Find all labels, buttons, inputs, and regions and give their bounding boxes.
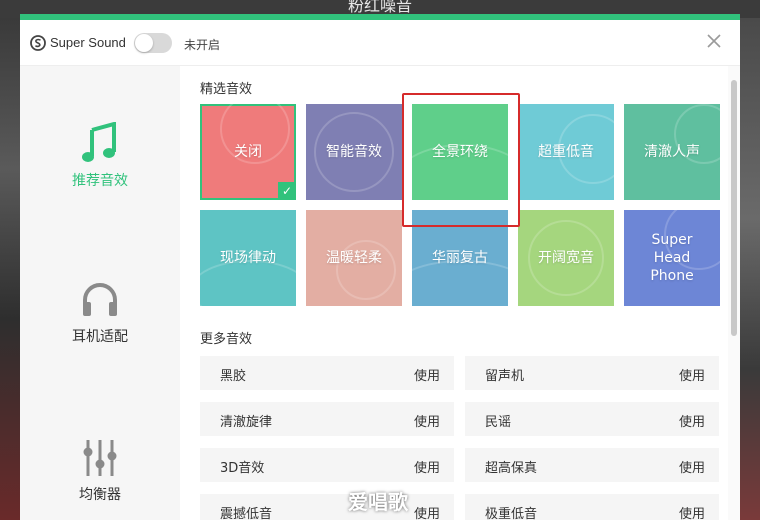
sidebar-item-label: 推荐音效: [72, 173, 128, 189]
sidebar-item-label: 均衡器: [79, 487, 121, 503]
headphones-icon: [83, 283, 117, 316]
use-button[interactable]: 使用: [414, 365, 440, 384]
effect-name: 超高保真: [485, 461, 538, 476]
effect-name: 留声机: [485, 369, 525, 384]
brand-name: Super Sound: [50, 35, 126, 50]
effect-tile-wide[interactable]: 开阔宽音: [518, 210, 614, 306]
effect-tile-vocal[interactable]: 清澈人声: [624, 104, 720, 200]
tile-label: 开阔宽音: [538, 250, 594, 266]
effect-tile-smart[interactable]: 智能音效: [306, 104, 402, 200]
sidebar-item-headphones[interactable]: 耳机适配: [20, 280, 180, 346]
close-icon[interactable]: [704, 31, 724, 51]
effect-tile-super-headphone[interactable]: Super Head Phone: [624, 210, 720, 306]
sidebar-item-recommended[interactable]: 推荐音效: [20, 122, 180, 190]
use-button[interactable]: 使用: [679, 457, 705, 476]
check-icon: ✓: [278, 182, 296, 200]
tile-label: Super Head Phone: [650, 232, 694, 284]
use-button[interactable]: 使用: [414, 503, 440, 520]
list-item[interactable]: 清澈旋律 使用: [200, 402, 454, 436]
use-button[interactable]: 使用: [414, 411, 440, 430]
effect-name: 民谣: [485, 415, 512, 430]
toggle-knob: [135, 34, 153, 52]
super-sound-logo-icon: [30, 35, 46, 51]
super-sound-dialog: Super Sound 未开启 推荐音效 耳机适配 均衡器 精选音效 关闭 ✓ …: [20, 14, 740, 520]
dialog-header: Super Sound 未开启: [20, 20, 740, 66]
tile-label: 华丽复古: [432, 250, 488, 266]
use-button[interactable]: 使用: [679, 411, 705, 430]
effect-name: 清澈旋律: [220, 415, 273, 430]
annotation-highlight-box: [402, 93, 520, 227]
effect-name: 震撼低音: [220, 507, 273, 520]
effect-tile-live[interactable]: 现场律动: [200, 210, 296, 306]
use-button[interactable]: 使用: [414, 457, 440, 476]
featured-section-title: 精选音效: [200, 82, 253, 97]
list-item[interactable]: 黑胶 使用: [200, 356, 454, 390]
effect-name: 3D音效: [220, 461, 265, 476]
tile-label: 关闭: [234, 144, 262, 160]
scrollbar[interactable]: [728, 66, 740, 520]
list-item[interactable]: 3D音效 使用: [200, 448, 454, 482]
music-note-icon: [82, 122, 116, 162]
effect-name: 黑胶: [220, 369, 247, 384]
sidebar-item-label: 耳机适配: [72, 329, 128, 345]
sidebar-item-equalizer[interactable]: 均衡器: [20, 438, 180, 504]
list-item[interactable]: 民谣 使用: [465, 402, 719, 436]
background-window-left: [0, 18, 20, 520]
effect-tile-off[interactable]: 关闭 ✓: [200, 104, 296, 200]
toggle-status-label: 未开启: [184, 38, 221, 52]
main-panel: 精选音效 关闭 ✓ 智能音效 全景环绕 超重低音 清澈人声 现场律动 温暖轻柔 …: [180, 66, 728, 520]
watermark-text: 爱唱歌: [348, 490, 408, 514]
effect-tile-warm[interactable]: 温暖轻柔: [306, 210, 402, 306]
tile-label: 智能音效: [326, 144, 382, 160]
equalizer-icon: [83, 440, 117, 476]
tile-label: 清澈人声: [644, 144, 700, 160]
sidebar: 推荐音效 耳机适配 均衡器: [20, 66, 180, 520]
tile-label: 超重低音: [538, 144, 594, 160]
list-item[interactable]: 超高保真 使用: [465, 448, 719, 482]
tile-label: 现场律动: [220, 250, 276, 266]
list-item[interactable]: 震撼低音 使用: [200, 494, 454, 520]
effect-tile-bass[interactable]: 超重低音: [518, 104, 614, 200]
more-section-title: 更多音效: [200, 332, 253, 347]
list-item[interactable]: 极重低音 使用: [465, 494, 719, 520]
list-item[interactable]: 留声机 使用: [465, 356, 719, 390]
use-button[interactable]: 使用: [679, 503, 705, 520]
use-button[interactable]: 使用: [679, 365, 705, 384]
scrollbar-thumb[interactable]: [731, 80, 737, 336]
background-window-right: [740, 18, 760, 520]
super-sound-toggle[interactable]: [134, 33, 172, 53]
tile-label: 温暖轻柔: [326, 250, 382, 266]
effect-name: 极重低音: [485, 507, 538, 520]
